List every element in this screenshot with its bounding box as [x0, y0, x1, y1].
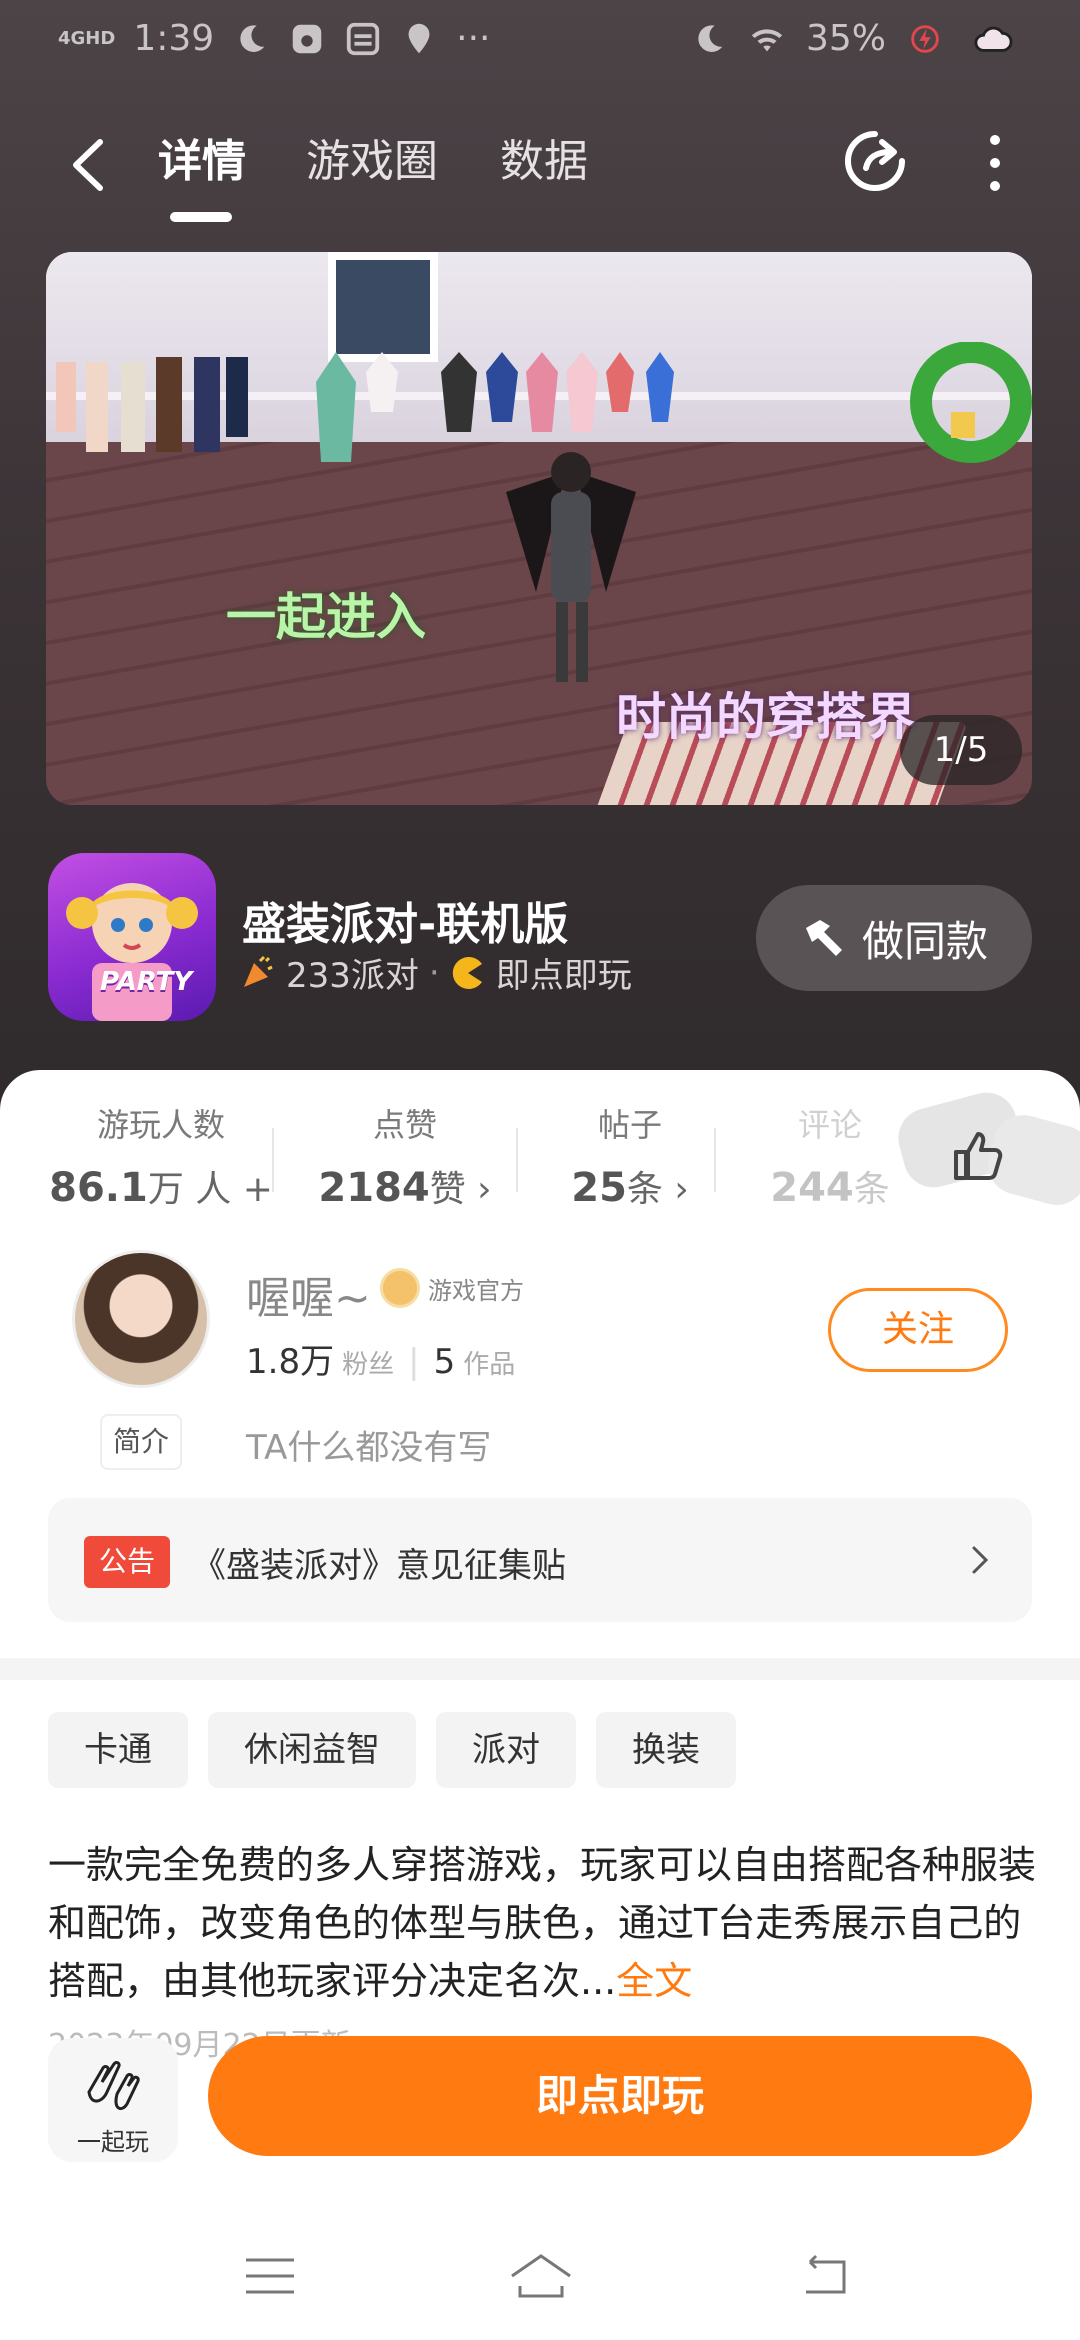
- status-bar: 4GHD 1:39 ··· 35%: [0, 0, 1080, 84]
- stat-unit: 条 ›: [626, 1169, 689, 1210]
- stat-number: 25: [571, 1165, 627, 1211]
- system-nav-bar: [0, 2220, 1080, 2340]
- clock: 1:39: [133, 18, 215, 59]
- more-options-icon[interactable]: [980, 128, 1010, 198]
- game-character-image: [506, 452, 636, 682]
- banner-caption-1: 一起进入: [226, 588, 426, 646]
- tab-indicator: [170, 212, 232, 222]
- stat-unit: 万 人 +: [147, 1169, 273, 1210]
- make-same-label: 做同款: [861, 916, 988, 966]
- stat-label: 评论: [797, 1106, 862, 1144]
- tag-chip[interactable]: 卡通: [48, 1712, 188, 1788]
- notice-tag: 公告: [84, 1536, 170, 1588]
- fans-label: 粉丝: [342, 1350, 395, 1380]
- divider: [714, 1128, 716, 1192]
- moon-icon: [698, 24, 723, 52]
- intro-tag: 简介: [100, 1414, 182, 1470]
- screenshot-carousel[interactable]: 一起进入 时尚的穿搭界 1/5: [46, 252, 1032, 805]
- official-badge-icon: [380, 1268, 420, 1308]
- clapping-hands-icon: [87, 2061, 140, 2111]
- pacman-icon: [452, 956, 482, 989]
- stat-value: 2184赞 ›: [290, 1160, 520, 1212]
- stat-unit: 赞 ›: [429, 1169, 492, 1210]
- meta-separator: ·: [428, 952, 440, 993]
- back-nav-icon[interactable]: [796, 2246, 856, 2306]
- genre-tags: 卡通 休闲益智 派对 换装: [48, 1712, 736, 1788]
- music-app-icon: [292, 24, 322, 53]
- fans-count: 1.8万: [246, 1342, 335, 1382]
- stat-likes[interactable]: 点赞 2184赞 ›: [290, 1100, 520, 1212]
- stat-label: 帖子: [597, 1106, 662, 1144]
- game-meta: 233派对 · 即点即玩: [240, 948, 632, 997]
- charging-icon: [911, 24, 939, 53]
- divider: [516, 1128, 518, 1192]
- more-notifications-icon: ···: [456, 18, 491, 59]
- tag-chip[interactable]: 休闲益智: [208, 1712, 416, 1788]
- divider: |: [408, 1342, 420, 1382]
- follow-button[interactable]: 关注: [828, 1288, 1008, 1372]
- top-nav: 详情 游戏圈 数据: [0, 110, 1080, 222]
- network-indicator: 4GHD: [58, 27, 116, 49]
- intro-text: TA什么都没有写: [246, 1428, 492, 1468]
- game-icon[interactable]: PARTY: [48, 853, 216, 1021]
- notice-bar[interactable]: 公告 《盛装派对》意见征集贴: [48, 1498, 1032, 1622]
- stat-comments[interactable]: 评论 244条: [730, 1100, 930, 1212]
- stat-value: 25条 ›: [530, 1160, 730, 1212]
- battery-text: 35%: [805, 18, 886, 59]
- tag-chip[interactable]: 派对: [436, 1712, 576, 1788]
- stat-unit: 条: [853, 1169, 890, 1210]
- author-avatar[interactable]: [72, 1250, 210, 1388]
- author-name[interactable]: 喔喔~: [246, 1262, 371, 1326]
- thumbs-up-icon[interactable]: [950, 1128, 1006, 1184]
- play-together-button[interactable]: 一起玩: [48, 2038, 178, 2162]
- official-badge-label: 游戏官方: [428, 1276, 524, 1305]
- hammer-icon: [805, 920, 842, 956]
- home-icon[interactable]: [506, 2246, 576, 2306]
- official-badge: 游戏官方: [380, 1268, 524, 1308]
- read-more-link[interactable]: 全文: [616, 1959, 692, 2003]
- stat-number: 2184: [318, 1165, 430, 1211]
- location-icon: [408, 23, 430, 53]
- stat-value: 244条: [730, 1160, 930, 1212]
- stat-value: 86.1万 人 +: [36, 1160, 286, 1212]
- stat-label: 游玩人数: [96, 1106, 225, 1144]
- instant-play-button[interactable]: 即点即玩: [208, 2036, 1032, 2156]
- stat-number: 244: [770, 1165, 854, 1211]
- tab-game-circle[interactable]: 游戏圈: [306, 132, 438, 202]
- section-divider: [0, 1658, 1080, 1680]
- chevron-right-icon: [972, 1546, 989, 1574]
- game-description: 一款完全免费的多人穿搭游戏，玩家可以自由搭配各种服装和配饰，改变角色的体型与肤色…: [48, 1836, 1038, 2010]
- cloud-icon: [974, 26, 1013, 52]
- news-app-icon: [347, 22, 380, 55]
- menu-icon[interactable]: [240, 2246, 300, 2306]
- wifi-icon: [751, 28, 783, 51]
- divider: [272, 1128, 274, 1192]
- game-title: 盛装派对-联机版: [242, 899, 569, 950]
- works-label: 作品: [463, 1350, 516, 1380]
- stat-label: 点赞: [372, 1106, 437, 1144]
- share-icon[interactable]: [842, 128, 908, 194]
- game-icon-text: PARTY: [100, 967, 193, 997]
- back-icon[interactable]: [60, 130, 120, 200]
- make-same-button[interactable]: 做同款: [756, 885, 1032, 991]
- author-stats: 1.8万 粉丝 | 5 作品: [246, 1334, 515, 1383]
- stats-row: 游玩人数 86.1万 人 + 点赞 2184赞 › 帖子 25条 › 评论 24…: [0, 1100, 1080, 1220]
- tab-data[interactable]: 数据: [500, 132, 588, 202]
- banner-caption-2: 时尚的穿搭界: [616, 688, 916, 746]
- carousel-page-counter: 1/5: [900, 715, 1022, 785]
- party-count: 233派对: [286, 956, 419, 996]
- play-mode: 即点即玩: [495, 956, 632, 996]
- stat-posts[interactable]: 帖子 25条 ›: [530, 1100, 730, 1212]
- tag-chip[interactable]: 换装: [596, 1712, 736, 1788]
- stat-players: 游玩人数 86.1万 人 +: [36, 1100, 286, 1212]
- party-horn-icon: [244, 955, 273, 987]
- play-together-label: 一起玩: [77, 2128, 149, 2156]
- notice-text: 《盛装派对》意见征集贴: [192, 1546, 566, 1586]
- tab-details[interactable]: 详情: [158, 132, 246, 202]
- description-text: 一款完全免费的多人穿搭游戏，玩家可以自由搭配各种服装和配饰，改变角色的体型与肤色…: [48, 1843, 1037, 2003]
- works-count: 5: [433, 1342, 456, 1382]
- moon-icon: [240, 24, 265, 52]
- stat-number: 86.1: [49, 1165, 148, 1211]
